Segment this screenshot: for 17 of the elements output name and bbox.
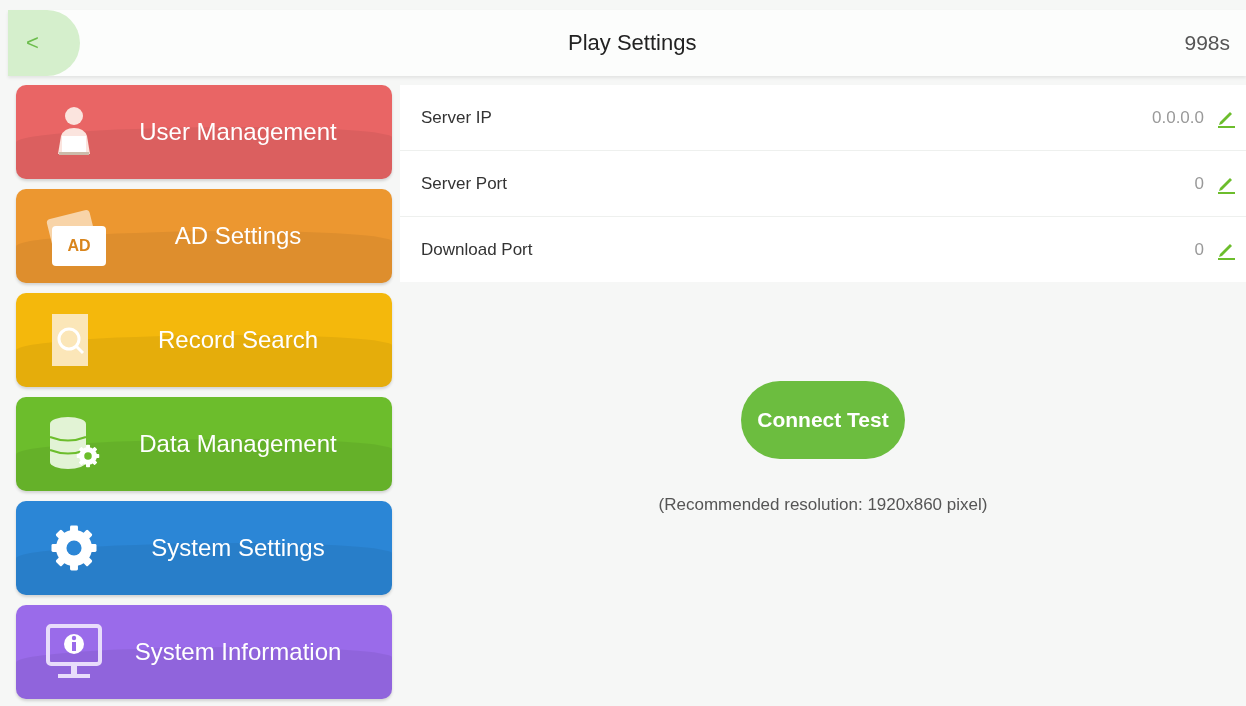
menu-tile[interactable]: User Management — [16, 85, 392, 179]
resolution-note: (Recommended resolution: 1920x860 pixel) — [658, 495, 988, 515]
menu-tile[interactable]: System Settings — [16, 501, 392, 595]
setting-label: Server Port — [421, 173, 508, 194]
setting-value: 0 — [1194, 173, 1204, 194]
menu-tile[interactable]: Record Search — [16, 293, 392, 387]
menu-tile[interactable]: AD AD Settings — [16, 189, 392, 283]
connect-test-button[interactable]: Connect Test — [741, 381, 905, 459]
page-title: Play Settings — [567, 30, 698, 56]
setting-value: 0 — [1194, 239, 1204, 260]
countdown-timer: 998s — [1184, 31, 1231, 55]
menu-tile[interactable]: Data Management — [16, 397, 392, 491]
setting-label: Download Port — [421, 239, 534, 260]
setting-value: 0.0.0.0 — [1152, 107, 1204, 128]
back-button[interactable]: < — [8, 10, 80, 76]
setting-label: Server IP — [421, 107, 493, 128]
menu-tile[interactable]: System Information — [16, 605, 392, 699]
